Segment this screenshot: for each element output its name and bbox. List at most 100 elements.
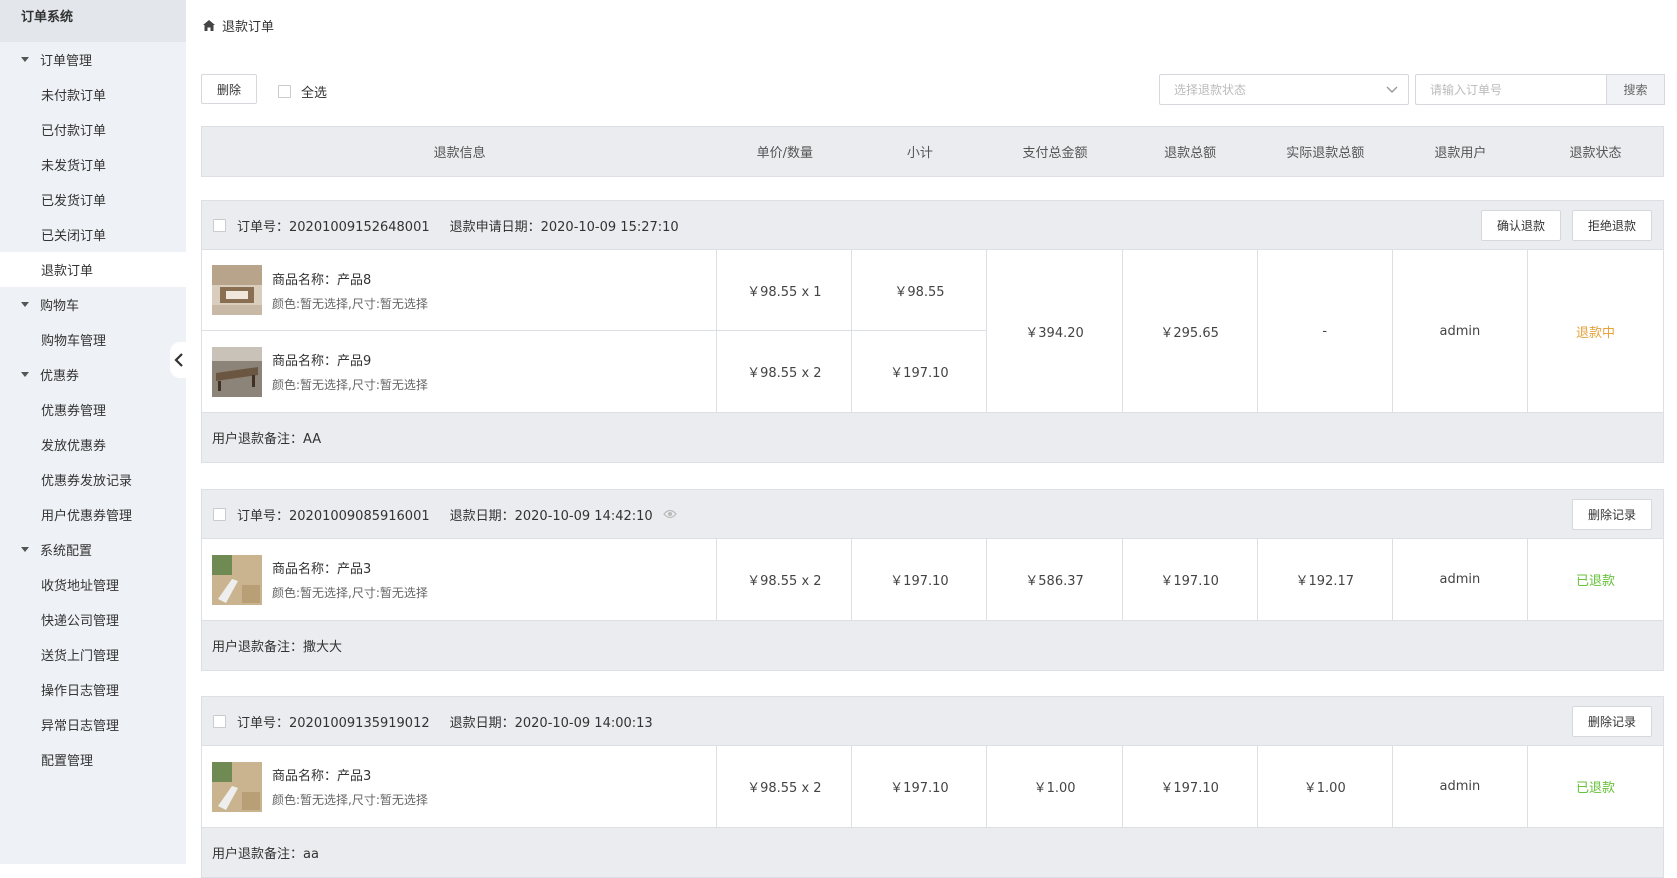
sidebar-item-unshipped[interactable]: 未发货订单 xyxy=(0,147,186,182)
chevron-left-icon xyxy=(174,353,183,367)
sidebar-item-oplog[interactable]: 操作日志管理 xyxy=(0,672,186,707)
toolbar: 删除 全选 选择退款状态 请输入订单号 搜索 xyxy=(201,74,1665,106)
paid-total: ￥394.20 xyxy=(987,250,1123,412)
price-qty: ￥98.55 x 2 xyxy=(747,366,822,381)
actual-refund: ￥192.17 xyxy=(1258,539,1393,620)
sidebar-collapse-button[interactable] xyxy=(170,342,188,378)
sidebar-item-refund[interactable]: 退款订单 xyxy=(0,252,186,287)
search-button[interactable]: 搜索 xyxy=(1606,74,1665,105)
refund-status: 已退款 xyxy=(1575,574,1615,589)
refund-total: ￥197.10 xyxy=(1123,746,1258,827)
product-info: 商品名称：产品3 颜色:暂无选择,尺寸:暂无选择 xyxy=(272,558,428,601)
product-info: 商品名称：产品9 颜色:暂无选择,尺寸:暂无选择 xyxy=(272,350,428,393)
sidebar-group-label: 购物车 xyxy=(40,299,80,314)
sidebar-item-cart-manage[interactable]: 购物车管理 xyxy=(0,322,186,357)
price-qty: ￥98.55 x 1 xyxy=(717,250,852,331)
order-card: 订单号：20201009135919012 退款日期：2020-10-09 14… xyxy=(201,696,1664,878)
refund-total: ￥197.10 xyxy=(1123,539,1258,620)
sidebar-group-label: 订单管理 xyxy=(40,54,93,69)
refund-user: admin xyxy=(1393,250,1528,412)
refund-date: 退款申请日期：2020-10-09 15:27:10 xyxy=(449,219,679,235)
product-list: 商品名称：产品8 颜色:暂无选择,尺寸:暂无选择 商品名称：产品9 颜色:暂无选… xyxy=(202,250,718,412)
subtotal: ￥197.10 xyxy=(890,781,949,796)
reject-refund-button[interactable]: 拒绝退款 xyxy=(1571,210,1652,241)
sidebar-item-coupon-issue[interactable]: 发放优惠券 xyxy=(0,427,186,462)
sidebar-item-delivery[interactable]: 送货上门管理 xyxy=(0,637,186,672)
subtotal-column: ￥98.55 ￥197.10 xyxy=(852,250,988,412)
order-number: 订单号：20201009152648001 xyxy=(237,219,430,235)
column-header: 小计 xyxy=(906,146,933,161)
sidebar-item-shipped[interactable]: 已发货订单 xyxy=(0,182,186,217)
refund-note: 用户退款备注：撒大大 xyxy=(202,621,1663,670)
chevron-down-icon xyxy=(1386,86,1398,93)
sidebar-item-unpaid[interactable]: 未付款订单 xyxy=(0,77,186,112)
sidebar-item-coupon-records[interactable]: 优惠券发放记录 xyxy=(0,462,186,497)
refund-user: admin xyxy=(1393,746,1528,827)
sidebar-group-cart[interactable]: 购物车 xyxy=(0,287,186,322)
order-header: 订单号：20201009135919012 退款日期：2020-10-09 14… xyxy=(202,697,1663,746)
sidebar-group-coupon[interactable]: 优惠券 xyxy=(0,357,186,392)
paid-total: ￥1.00 xyxy=(987,746,1123,827)
refund-status: 已退款 xyxy=(1575,781,1615,796)
product-thumbnail[interactable] xyxy=(212,265,262,315)
sidebar: 订单系统 订单管理 未付款订单 已付款订单 未发货订单 已发货订单 已关闭订单 … xyxy=(0,0,186,864)
refund-status-placeholder: 选择退款状态 xyxy=(1174,83,1247,97)
sidebar-item-coupon-manage[interactable]: 优惠券管理 xyxy=(0,392,186,427)
product-name-value: 产品8 xyxy=(337,272,372,288)
select-all[interactable]: 全选 xyxy=(278,82,327,101)
delete-record-button[interactable]: 删除记录 xyxy=(1571,499,1652,530)
product-name: 商品名称：产品9 xyxy=(272,350,428,369)
order-number: 订单号：20201009135919012 xyxy=(237,715,430,731)
subtotal-column: ￥197.10 xyxy=(852,746,988,827)
product-thumbnail[interactable] xyxy=(212,761,262,812)
order-checkbox[interactable] xyxy=(213,218,226,232)
order-checkbox[interactable] xyxy=(213,714,226,728)
breadcrumb-label: 退款订单 xyxy=(222,20,275,35)
select-all-label: 全选 xyxy=(301,86,328,101)
sidebar-item-closed[interactable]: 已关闭订单 xyxy=(0,217,186,252)
home-icon xyxy=(203,20,215,31)
sidebar-item-express[interactable]: 快递公司管理 xyxy=(0,602,186,637)
product-thumbnail[interactable] xyxy=(212,554,262,605)
order-number: 订单号：20201009085916001 xyxy=(237,508,430,524)
product-name-prefix: 商品名称： xyxy=(272,562,338,577)
refund-status-select[interactable]: 选择退款状态 xyxy=(1159,74,1409,105)
product-spec: 颜色:暂无选择,尺寸:暂无选择 xyxy=(272,586,428,600)
subtotal-column: ￥197.10 xyxy=(852,539,988,620)
sidebar-group-orders[interactable]: 订单管理 xyxy=(0,42,186,77)
refund-note: 用户退款备注：aa xyxy=(202,828,1663,877)
price-column: ￥98.55 x 1 ￥98.55 x 2 xyxy=(717,250,853,412)
column-header: 实际退款总额 xyxy=(1286,146,1365,161)
breadcrumb: 退款订单 xyxy=(203,16,274,35)
sidebar-item-address[interactable]: 收货地址管理 xyxy=(0,567,186,602)
confirm-refund-button[interactable]: 确认退款 xyxy=(1480,210,1561,241)
product-info: 商品名称：产品3 颜色:暂无选择,尺寸:暂无选择 xyxy=(272,765,428,808)
product-thumbnail[interactable] xyxy=(212,346,262,397)
caret-down-icon xyxy=(21,302,29,307)
order-header: 订单号：20201009085916001 退款日期：2020-10-09 14… xyxy=(202,490,1663,539)
product-name-prefix: 商品名称： xyxy=(272,272,338,288)
sidebar-group-system[interactable]: 系统配置 xyxy=(0,532,186,567)
price-qty: ￥98.55 x 2 xyxy=(747,574,822,589)
select-all-checkbox[interactable] xyxy=(278,85,291,98)
product-name: 商品名称：产品3 xyxy=(272,558,428,577)
order-search-input[interactable]: 请输入订单号 xyxy=(1415,74,1607,105)
product-name: 商品名称：产品3 xyxy=(272,765,428,784)
sidebar-item-config[interactable]: 配置管理 xyxy=(0,742,186,777)
sidebar-item-errlog[interactable]: 异常日志管理 xyxy=(0,707,186,742)
product-list: 商品名称：产品3 颜色:暂无选择,尺寸:暂无选择 xyxy=(202,539,718,620)
sidebar-item-paid[interactable]: 已付款订单 xyxy=(0,112,186,147)
order-checkbox[interactable] xyxy=(213,507,226,521)
order-card: 订单号：20201009152648001 退款申请日期：2020-10-09 … xyxy=(201,200,1664,463)
delete-record-button[interactable]: 删除记录 xyxy=(1571,706,1652,737)
product-name-value: 产品3 xyxy=(337,769,372,784)
sidebar-item-user-coupons[interactable]: 用户优惠券管理 xyxy=(0,497,186,532)
sidebar-group-label: 系统配置 xyxy=(40,544,93,559)
eye-icon[interactable] xyxy=(662,509,677,519)
product-name: 商品名称：产品8 xyxy=(272,269,428,288)
product-spec: 颜色:暂无选择,尺寸:暂无选择 xyxy=(272,793,428,807)
delete-button[interactable]: 删除 xyxy=(201,74,257,104)
sidebar-group-label: 优惠券 xyxy=(40,369,80,384)
caret-down-icon xyxy=(21,372,29,377)
order-body: 商品名称：产品3 颜色:暂无选择,尺寸:暂无选择 ￥98.55 x 2 ￥197… xyxy=(202,539,1663,621)
